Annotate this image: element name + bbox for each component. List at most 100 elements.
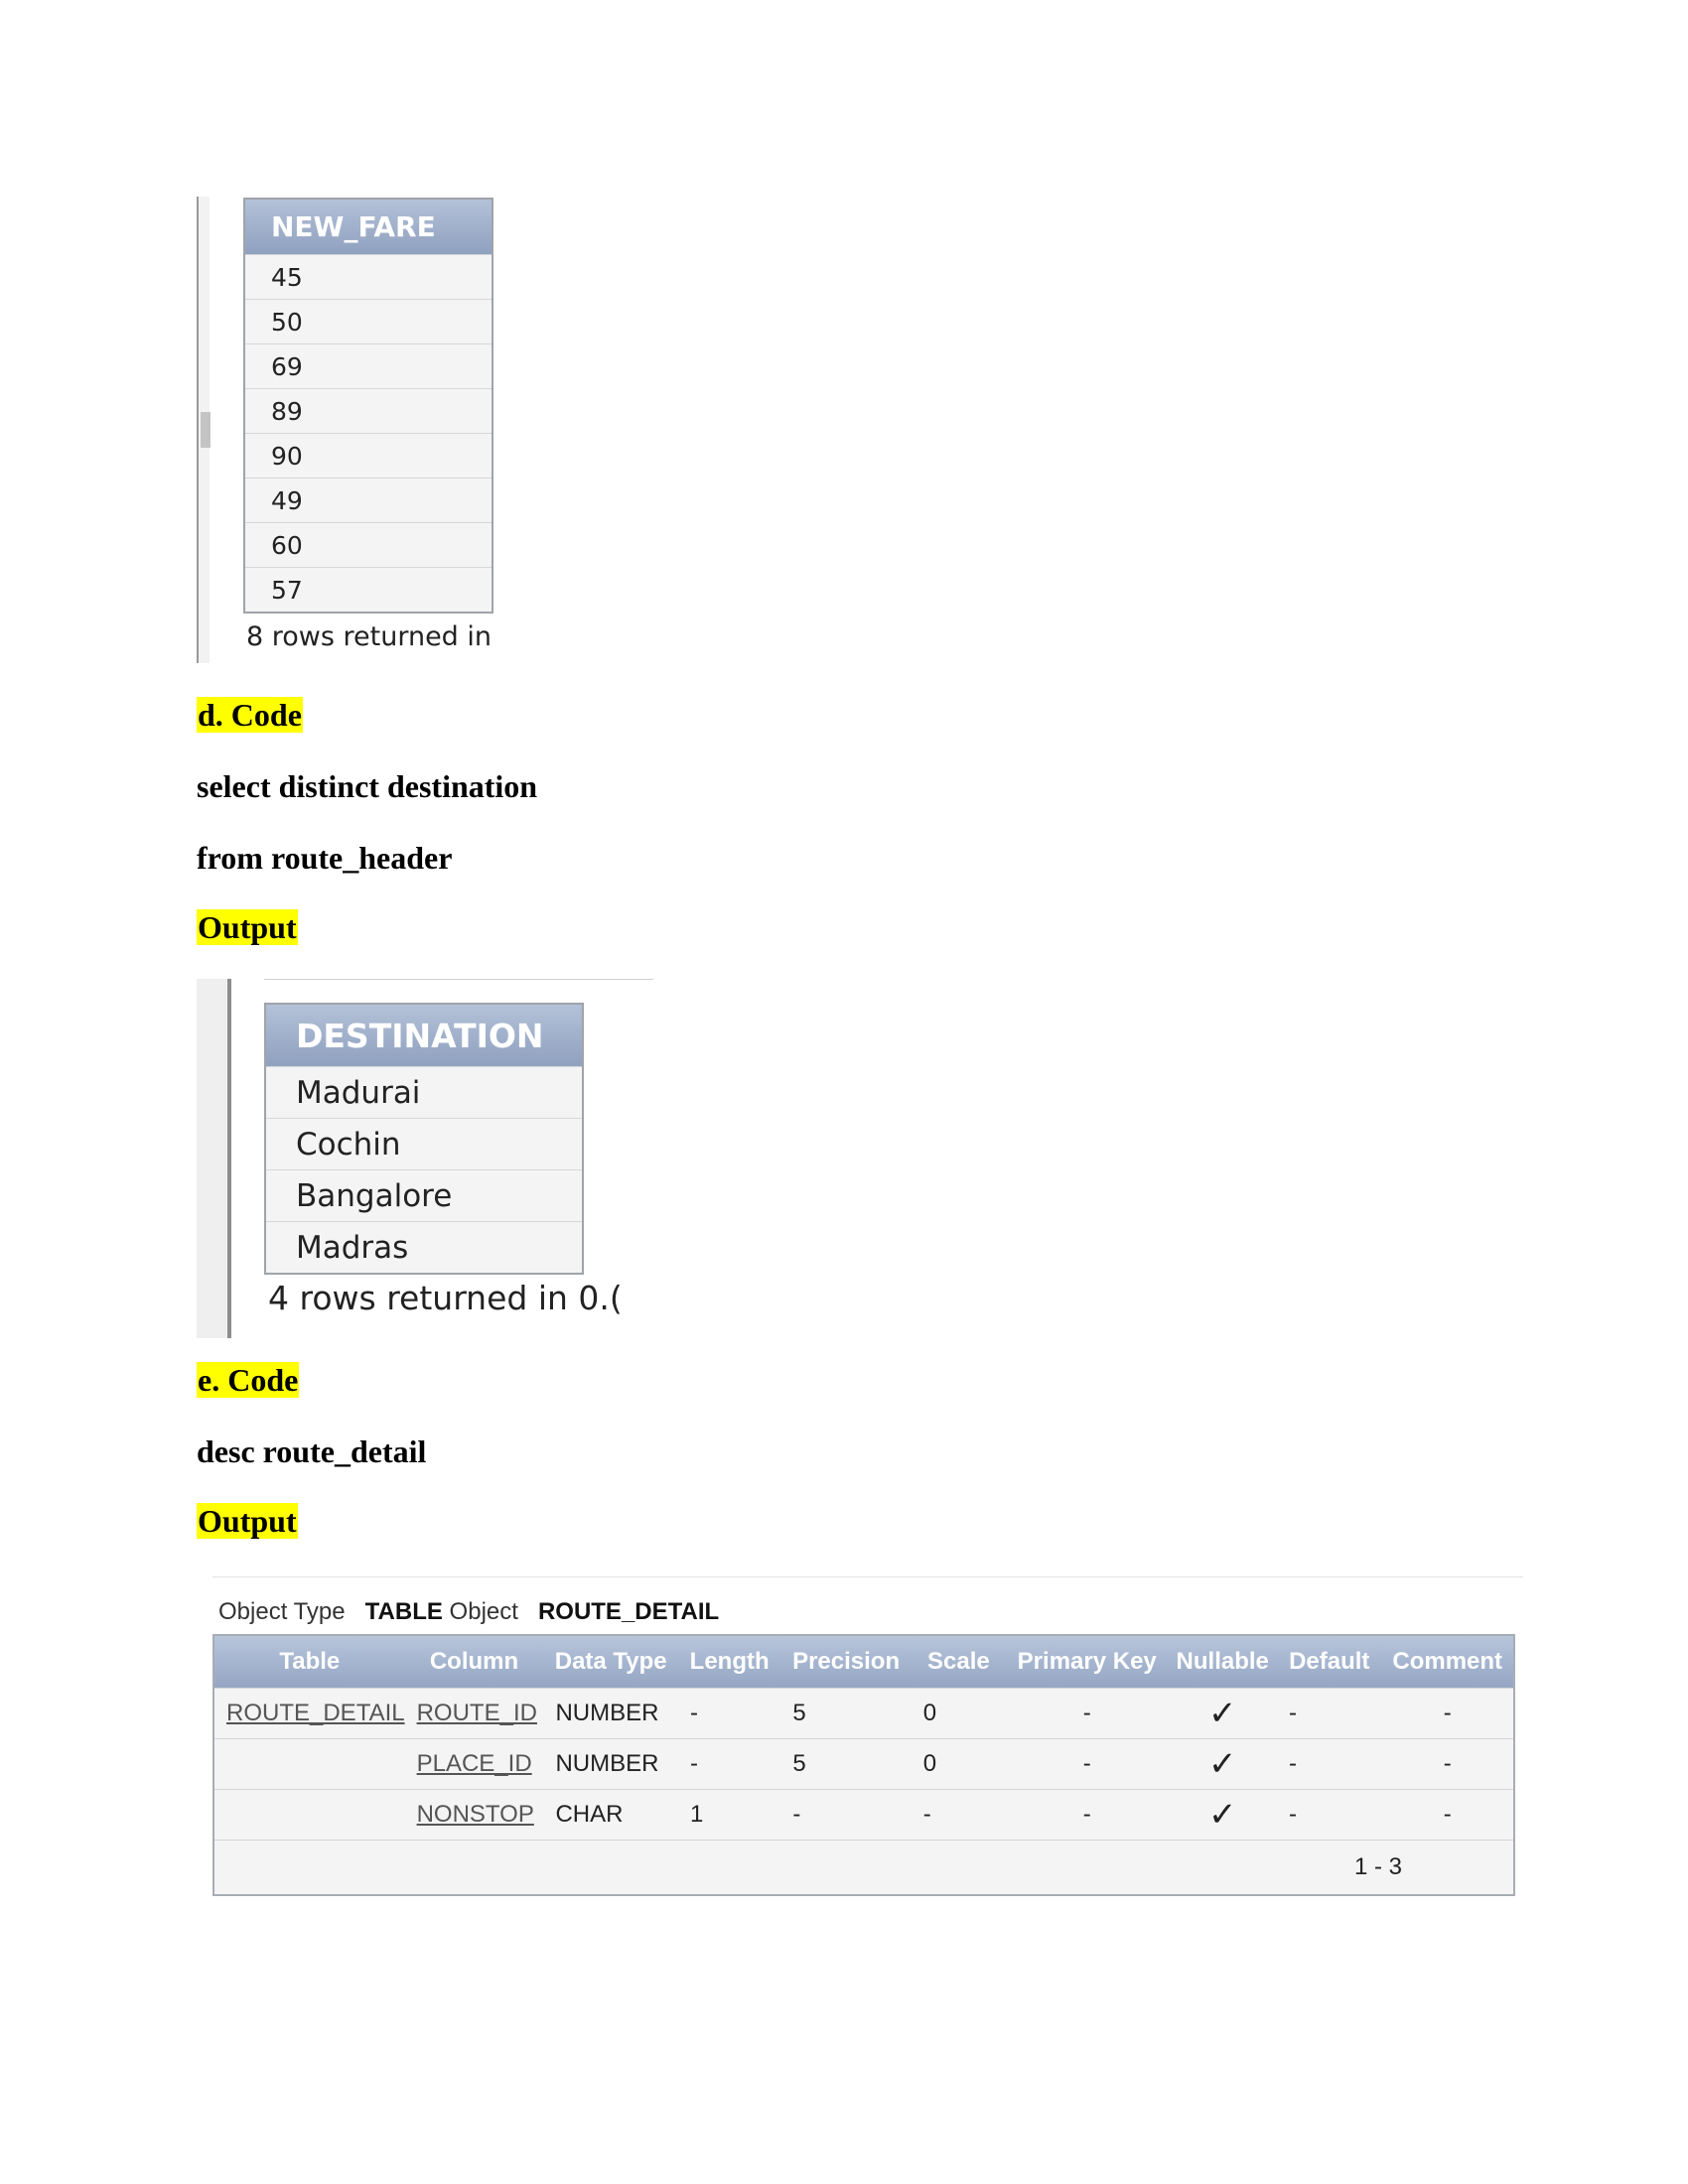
column-header[interactable]: Primary Key bbox=[1006, 1635, 1169, 1689]
output-label: Output bbox=[197, 1503, 298, 1540]
data-type-cell: CHAR bbox=[543, 1789, 678, 1841]
code-line: from route_header bbox=[197, 840, 453, 876]
table-cell bbox=[213, 1738, 405, 1790]
cell: 90 bbox=[244, 433, 492, 478]
default-cell: - bbox=[1277, 1738, 1382, 1790]
output-label: Output bbox=[197, 909, 298, 946]
scale-cell: - bbox=[911, 1789, 1006, 1841]
destination-table: DESTINATION Madurai Cochin Bangalore Mad… bbox=[264, 1003, 584, 1275]
code-line: select distinct destination bbox=[197, 768, 538, 804]
column-header[interactable]: Column bbox=[404, 1635, 544, 1689]
table-row: 45 bbox=[244, 254, 492, 300]
primary-key-cell: - bbox=[1006, 1789, 1169, 1841]
table-row: 49 bbox=[244, 478, 492, 523]
length-cell: - bbox=[677, 1738, 781, 1790]
rows-returned-text: 4 rows returned in 0.( bbox=[268, 1279, 623, 1317]
column-header[interactable]: Table bbox=[213, 1635, 405, 1689]
cell: Madras bbox=[265, 1221, 583, 1274]
cell: 50 bbox=[244, 299, 492, 344]
cell: 45 bbox=[244, 254, 492, 300]
highlighted-heading: Output bbox=[197, 1503, 298, 1539]
data-type-cell: NUMBER bbox=[543, 1688, 678, 1739]
table-row: 50 bbox=[244, 299, 492, 344]
new-fare-result-panel: NEW_FARE 45 50 69 89 90 49 60 57 8 rows … bbox=[197, 197, 574, 663]
highlighted-heading: Output bbox=[197, 909, 298, 945]
table-row: 89 bbox=[244, 388, 492, 434]
column-link[interactable]: PLACE_ID bbox=[404, 1738, 544, 1790]
object-type-label: Object Type bbox=[218, 1598, 346, 1625]
column-header[interactable]: Data Type bbox=[543, 1635, 678, 1689]
table-row: Madras bbox=[265, 1221, 583, 1274]
pagination-text: 1 - 3 bbox=[213, 1840, 1514, 1895]
table-row: ROUTE_DETAIL ROUTE_ID NUMBER - 5 0 - ✓ -… bbox=[213, 1688, 1514, 1739]
table-row: 69 bbox=[244, 343, 492, 389]
scale-cell: 0 bbox=[911, 1738, 1006, 1790]
object-label: Object bbox=[449, 1598, 518, 1625]
cell: Madurai bbox=[265, 1066, 583, 1119]
table-cell bbox=[213, 1789, 405, 1841]
table-row: Bangalore bbox=[265, 1169, 583, 1222]
cell: Cochin bbox=[265, 1118, 583, 1170]
column-header[interactable]: Comment bbox=[1381, 1635, 1514, 1689]
column-header[interactable]: Default bbox=[1277, 1635, 1382, 1689]
cell: 69 bbox=[244, 343, 492, 389]
scrollbar[interactable] bbox=[197, 979, 231, 1338]
cell: 60 bbox=[244, 522, 492, 568]
describe-result-panel: Object Type TABLE Object ROUTE_DETAIL Ta… bbox=[212, 1576, 1523, 1896]
comment-cell: - bbox=[1381, 1738, 1514, 1790]
precision-cell: 5 bbox=[780, 1738, 912, 1790]
table-row: 57 bbox=[244, 567, 492, 613]
code-line: desc route_detail bbox=[197, 1433, 427, 1469]
column-header[interactable]: Scale bbox=[911, 1635, 1006, 1689]
table-link[interactable]: ROUTE_DETAIL bbox=[213, 1688, 405, 1739]
primary-key-cell: - bbox=[1006, 1688, 1169, 1739]
cell: 49 bbox=[244, 478, 492, 523]
pagination-row: 1 - 3 bbox=[213, 1840, 1514, 1895]
highlighted-heading: e. Code bbox=[197, 1362, 300, 1398]
cell: Bangalore bbox=[265, 1169, 583, 1222]
object-info: Object Type TABLE Object ROUTE_DETAIL bbox=[218, 1598, 719, 1626]
scrollbar[interactable] bbox=[197, 197, 211, 663]
length-cell: 1 bbox=[677, 1789, 781, 1841]
table-row: 90 bbox=[244, 433, 492, 478]
table-row: NONSTOP CHAR 1 - - - ✓ - - bbox=[213, 1789, 1514, 1841]
default-cell: - bbox=[1277, 1789, 1382, 1841]
scale-cell: 0 bbox=[911, 1688, 1006, 1739]
object-value: ROUTE_DETAIL bbox=[537, 1598, 720, 1625]
divider bbox=[264, 979, 653, 980]
comment-cell: - bbox=[1381, 1688, 1514, 1739]
cell: 89 bbox=[244, 388, 492, 434]
table-row: PLACE_ID NUMBER - 5 0 - ✓ - - bbox=[213, 1738, 1514, 1790]
column-header[interactable]: Length bbox=[677, 1635, 781, 1689]
comment-cell: - bbox=[1381, 1789, 1514, 1841]
divider bbox=[212, 1576, 1523, 1577]
highlighted-heading: d. Code bbox=[197, 697, 303, 733]
header-row: Table Column Data Type Length Precision … bbox=[213, 1635, 1514, 1689]
rows-returned-text: 8 rows returned in bbox=[246, 621, 492, 652]
nullable-check-icon: ✓ bbox=[1168, 1789, 1278, 1841]
precision-cell: 5 bbox=[780, 1688, 912, 1739]
length-cell: - bbox=[677, 1688, 781, 1739]
nullable-check-icon: ✓ bbox=[1168, 1688, 1278, 1739]
column-header[interactable]: Nullable bbox=[1168, 1635, 1278, 1689]
column-link[interactable]: NONSTOP bbox=[404, 1789, 544, 1841]
default-cell: - bbox=[1277, 1688, 1382, 1739]
cell: 57 bbox=[244, 567, 492, 613]
data-type-cell: NUMBER bbox=[543, 1738, 678, 1790]
table-row: Madurai bbox=[265, 1066, 583, 1119]
scrollbar-thumb[interactable] bbox=[201, 412, 211, 448]
destination-result-panel: DESTINATION Madurai Cochin Bangalore Mad… bbox=[197, 979, 653, 1338]
table-row: Cochin bbox=[265, 1118, 583, 1170]
section-e-heading: e. Code bbox=[197, 1362, 300, 1399]
column-header: DESTINATION bbox=[265, 1004, 583, 1067]
primary-key-cell: - bbox=[1006, 1738, 1169, 1790]
describe-table: Table Column Data Type Length Precision … bbox=[212, 1634, 1515, 1896]
column-link[interactable]: ROUTE_ID bbox=[404, 1688, 544, 1739]
new-fare-table: NEW_FARE 45 50 69 89 90 49 60 57 bbox=[243, 198, 493, 614]
column-header: NEW_FARE bbox=[244, 199, 492, 255]
column-header[interactable]: Precision bbox=[780, 1635, 912, 1689]
nullable-check-icon: ✓ bbox=[1168, 1738, 1278, 1790]
precision-cell: - bbox=[780, 1789, 912, 1841]
object-type-value: TABLE bbox=[364, 1598, 443, 1625]
section-d-heading: d. Code bbox=[197, 697, 303, 734]
